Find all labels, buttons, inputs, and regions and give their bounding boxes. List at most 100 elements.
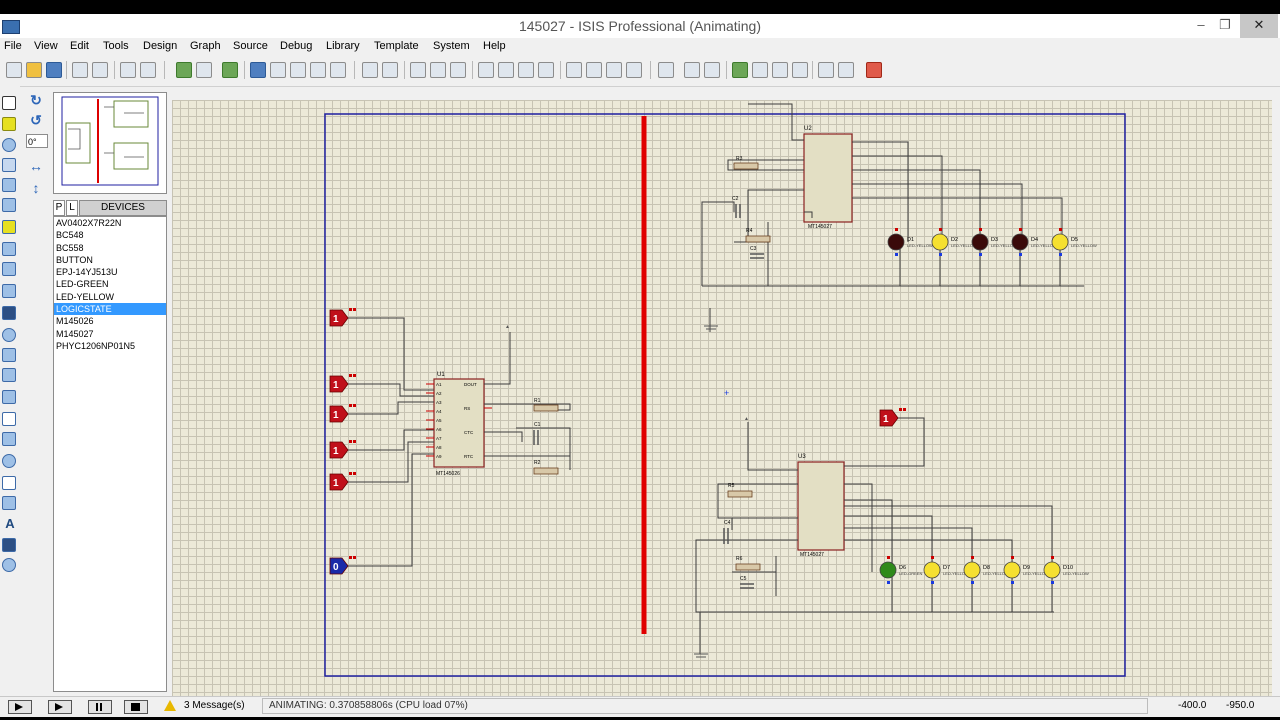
logicstate-6[interactable]: 1 — [879, 408, 906, 427]
logicstate-2[interactable]: 1 — [329, 404, 356, 423]
rotate-anticlockwise-icon[interactable]: ↺ — [28, 112, 44, 128]
device-item[interactable]: BUTTON — [54, 254, 166, 266]
device-item[interactable]: LED-GREEN — [54, 278, 166, 290]
block-move-icon[interactable] — [498, 62, 514, 78]
menu-edit[interactable]: Edit — [70, 40, 89, 52]
terminals-icon[interactable] — [2, 242, 16, 256]
device-item[interactable]: LED-YELLOW — [54, 291, 166, 303]
block-copy-icon[interactable] — [478, 62, 494, 78]
print-area-icon[interactable] — [140, 62, 156, 78]
path-icon[interactable] — [2, 496, 16, 510]
print-icon[interactable] — [120, 62, 136, 78]
goto-sheet-icon[interactable] — [772, 62, 788, 78]
menu-template[interactable]: Template — [374, 40, 419, 52]
box-icon[interactable] — [2, 432, 16, 446]
menu-source[interactable]: Source — [233, 40, 268, 52]
device-item[interactable]: LOGICSTATE — [54, 303, 166, 316]
zoom-in-icon[interactable] — [270, 62, 286, 78]
export-icon[interactable] — [92, 62, 108, 78]
messages-count[interactable]: 3 Message(s) — [184, 700, 245, 711]
menu-system[interactable]: System — [433, 40, 470, 52]
device-item[interactable]: M145027 — [54, 328, 166, 340]
packaging-tool-icon[interactable] — [606, 62, 622, 78]
play-button[interactable] — [8, 700, 32, 714]
grid-icon[interactable] — [196, 62, 212, 78]
menu-tools[interactable]: Tools — [103, 40, 129, 52]
maximize-button[interactable]: ❐ — [1210, 14, 1240, 38]
menu-library[interactable]: Library — [326, 40, 360, 52]
generator-icon[interactable] — [2, 328, 16, 342]
block-rotate-icon[interactable] — [518, 62, 534, 78]
logicstate-1[interactable]: 1 — [329, 374, 356, 393]
save-icon[interactable] — [46, 62, 62, 78]
device-item[interactable]: EPJ-14YJ513U — [54, 266, 166, 278]
device-pins-icon[interactable] — [2, 262, 16, 276]
pick-devices-button[interactable]: P — [53, 200, 65, 216]
mirror-vertical-icon[interactable]: ↕ — [28, 180, 44, 196]
netlist-to-ares-icon[interactable] — [866, 62, 882, 78]
line-icon[interactable] — [2, 412, 16, 426]
logicstate-3[interactable]: 1 — [329, 440, 356, 459]
wire-autorouter-icon[interactable] — [658, 62, 674, 78]
pan-icon[interactable] — [250, 62, 266, 78]
cut-icon[interactable] — [410, 62, 426, 78]
redo-icon[interactable] — [382, 62, 398, 78]
zoom-out-icon[interactable] — [290, 62, 306, 78]
open-folder-icon[interactable] — [26, 62, 42, 78]
pick-device-icon[interactable] — [566, 62, 582, 78]
logicstate-5[interactable]: 0 — [329, 556, 356, 575]
new-sheet-icon[interactable] — [732, 62, 748, 78]
device-item[interactable]: PHYC1206NP01N5 — [54, 340, 166, 352]
close-button[interactable]: ✕ — [1240, 14, 1278, 38]
menu-view[interactable]: View — [34, 40, 58, 52]
zoom-area-icon[interactable] — [330, 62, 346, 78]
menu-graph[interactable]: Graph — [190, 40, 221, 52]
electrical-rule-check-icon[interactable] — [838, 62, 854, 78]
subcircuit-icon[interactable] — [2, 220, 16, 234]
device-item[interactable]: AV0402X7R22N — [54, 217, 166, 229]
origin-icon[interactable] — [222, 62, 238, 78]
refresh-icon[interactable] — [176, 62, 192, 78]
marker-icon[interactable] — [2, 558, 16, 572]
text-script-icon[interactable] — [2, 178, 16, 192]
library-manager-button[interactable]: L — [66, 200, 78, 216]
mirror-horizontal-icon[interactable]: ↔ — [28, 158, 44, 174]
overview-window[interactable] — [53, 92, 167, 194]
symbol-icon[interactable] — [2, 538, 16, 552]
device-list[interactable]: AV0402X7R22N BC548 BC558 BUTTON EPJ-14YJ513U… — [53, 216, 167, 692]
zoom-all-icon[interactable] — [310, 62, 326, 78]
voltage-probe-icon[interactable] — [2, 348, 16, 362]
device-item[interactable]: BC558 — [54, 242, 166, 254]
menu-file[interactable]: File — [4, 40, 22, 52]
virtual-instruments-icon[interactable] — [2, 390, 16, 404]
circle-icon[interactable] — [2, 454, 16, 468]
device-item[interactable]: BC548 — [54, 229, 166, 241]
arc-icon[interactable] — [2, 476, 16, 490]
menu-help[interactable]: Help — [483, 40, 506, 52]
menu-debug[interactable]: Debug — [280, 40, 312, 52]
import-icon[interactable] — [72, 62, 88, 78]
graph-icon[interactable] — [2, 284, 16, 298]
menu-design[interactable]: Design — [143, 40, 177, 52]
rotation-angle-field[interactable]: 0° — [26, 134, 48, 148]
stop-button[interactable] — [124, 700, 148, 714]
text-tool-icon[interactable]: A — [2, 516, 18, 531]
undo-icon[interactable] — [362, 62, 378, 78]
pause-button[interactable] — [88, 700, 112, 714]
logicstate-0[interactable]: 1 — [329, 308, 356, 327]
property-tool-icon[interactable] — [704, 62, 720, 78]
device-item[interactable]: M145026 — [54, 315, 166, 327]
wire-label-icon[interactable] — [2, 158, 16, 172]
copy-icon[interactable] — [430, 62, 446, 78]
rotate-clockwise-icon[interactable]: ↻ — [28, 92, 44, 108]
step-button[interactable] — [48, 700, 72, 714]
make-device-icon[interactable] — [586, 62, 602, 78]
search-icon[interactable] — [684, 62, 700, 78]
buses-icon[interactable] — [2, 198, 16, 212]
new-file-icon[interactable] — [6, 62, 22, 78]
remove-sheet-icon[interactable] — [752, 62, 768, 78]
logicstate-4[interactable]: 1 — [329, 472, 356, 491]
paste-icon[interactable] — [450, 62, 466, 78]
zoom-child-icon[interactable] — [792, 62, 808, 78]
selection-mode-icon[interactable] — [2, 96, 16, 110]
